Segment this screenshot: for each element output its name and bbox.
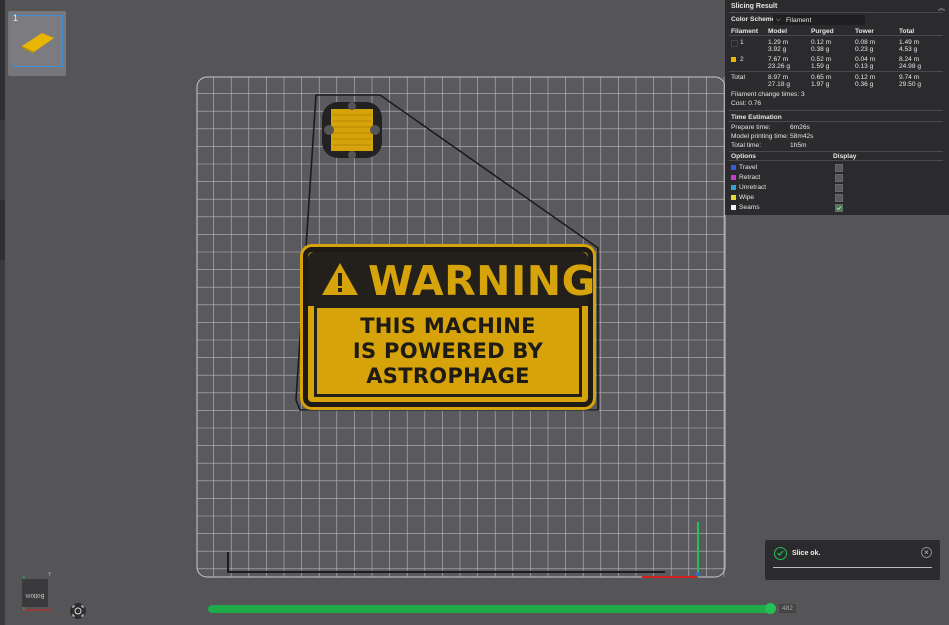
divider xyxy=(729,71,943,72)
col-header-filament: Filament xyxy=(731,28,759,35)
prepare-time-label: Prepare time: xyxy=(731,124,771,131)
color-scheme-label: Color Scheme xyxy=(731,16,776,23)
success-check-icon xyxy=(774,547,787,560)
sign-line-2: IS POWERED BY xyxy=(352,339,544,363)
total-total-weight: 29.50 g xyxy=(899,81,921,88)
filament-1-swatch xyxy=(731,40,738,47)
close-icon[interactable]: × xyxy=(921,547,932,558)
total-label: Total xyxy=(731,74,745,81)
sign-model[interactable]: WARNING THIS MACHINE IS POWERED BY ASTRO… xyxy=(300,244,596,410)
filament-2-model-weight: 23.26 g xyxy=(768,63,790,70)
chevron-down-icon: ⌵ xyxy=(776,16,781,23)
total-model-weight: 27.18 g xyxy=(768,81,790,88)
warning-triangle-icon xyxy=(322,263,358,295)
option-unretract-label: Unretract xyxy=(739,184,767,191)
option-retract-checkbox[interactable] xyxy=(835,174,843,182)
unretract-swatch xyxy=(731,185,736,190)
option-seams-checkbox[interactable] xyxy=(835,204,843,212)
layer-slider-handle[interactable] xyxy=(765,603,776,614)
filament-2-tower-weight: 0.13 g xyxy=(855,63,874,70)
checkmark-icon xyxy=(836,206,842,211)
col-header-tower: Tower xyxy=(855,28,874,35)
view-reset-button[interactable] xyxy=(70,603,86,619)
option-travel-label: Travel xyxy=(739,164,758,171)
travel-swatch xyxy=(731,165,736,170)
sign-header-text: WARNING xyxy=(368,257,596,305)
filament-change-times: Filament change times: 3 xyxy=(731,91,805,98)
option-wipe-checkbox[interactable] xyxy=(835,194,843,202)
seams-swatch xyxy=(731,205,736,210)
filament-1-model-weight: 3.92 g xyxy=(768,46,787,53)
divider xyxy=(729,151,943,152)
total-total-length: 9.74 m xyxy=(899,74,920,81)
cost: Cost: 0.76 xyxy=(731,100,762,107)
option-seams-label: Seams xyxy=(739,204,760,211)
filament-1-model-length: 1.29 m xyxy=(768,39,789,46)
divider xyxy=(729,121,943,122)
slicing-result-panel: Slicing Result ︽ Color Scheme ⌵ Filament… xyxy=(725,0,949,215)
display-label: Display xyxy=(833,153,857,160)
color-scheme-value: Filament xyxy=(786,17,812,24)
divider xyxy=(729,35,943,36)
slice-notification: Slice ok. × xyxy=(765,540,940,580)
time-estimation-title: Time Estimation xyxy=(731,114,782,121)
col-header-model: Model xyxy=(768,28,788,35)
view-cube[interactable]: Y Bottom xyxy=(20,572,54,614)
y-axis-label: Y xyxy=(48,572,52,578)
total-time-value: 1h5m xyxy=(790,142,807,149)
slice-message: Slice ok. xyxy=(792,550,821,557)
option-wipe-label: Wipe xyxy=(739,194,755,201)
filament-1-total-length: 1.49 m xyxy=(899,39,920,46)
wipe-swatch xyxy=(731,195,736,200)
sign-line-3: ASTROPHAGE xyxy=(366,364,530,388)
option-travel-checkbox[interactable] xyxy=(835,164,843,172)
divider xyxy=(729,160,943,161)
filament-1-purged-weight: 0.38 g xyxy=(811,46,830,53)
prime-tower xyxy=(322,102,382,159)
total-model-length: 8.97 m xyxy=(768,74,789,81)
filament-2-purged-length: 0.52 m xyxy=(811,56,832,63)
panel-title: Slicing Result xyxy=(731,3,778,10)
filament-2-purged-weight: 1.59 g xyxy=(811,63,830,70)
prepare-time-value: 6m26s xyxy=(790,124,810,131)
filament-1-tower-weight: 0.23 g xyxy=(855,46,874,53)
option-retract-label: Retract xyxy=(739,174,761,181)
divider xyxy=(729,12,943,13)
option-unretract-checkbox[interactable] xyxy=(835,184,843,192)
filament-1-tower-length: 0.08 m xyxy=(855,39,876,46)
divider xyxy=(729,110,943,111)
total-time-label: Total time: xyxy=(731,142,762,149)
total-purged-length: 0.65 m xyxy=(811,74,832,81)
model-time-label: Model printing time: xyxy=(731,133,789,140)
filament-2-total-weight: 24.98 g xyxy=(899,63,921,70)
layer-slider-value: 482 xyxy=(779,604,796,613)
filament-1-total-weight: 4.53 g xyxy=(899,46,918,53)
col-header-total: Total xyxy=(899,28,915,35)
filament-2-tower-length: 0.04 m xyxy=(855,56,876,63)
model-time-value: 58m42s xyxy=(790,133,814,140)
filament-1-id: 1 xyxy=(740,39,744,46)
total-purged-weight: 1.97 g xyxy=(811,81,830,88)
retract-swatch xyxy=(731,175,736,180)
view-cube-label: Bottom xyxy=(25,592,44,598)
filament-2-id: 2 xyxy=(740,56,744,63)
col-header-purged: Purged xyxy=(811,28,834,35)
filament-2-swatch xyxy=(731,57,736,62)
total-tower-weight: 0.36 g xyxy=(855,81,874,88)
filament-2-total-length: 8.24 m xyxy=(899,56,920,63)
view-target-icon xyxy=(72,605,84,617)
filament-2-model-length: 7.67 m xyxy=(768,56,789,63)
notification-progress-bar xyxy=(773,567,932,568)
color-scheme-select[interactable]: ⌵ Filament xyxy=(773,15,865,25)
total-tower-length: 0.12 m xyxy=(855,74,876,81)
layer-slider-track[interactable] xyxy=(208,605,770,613)
options-label: Options xyxy=(731,153,756,160)
filament-1-purged-length: 0.12 m xyxy=(811,39,832,46)
sign-line-1: THIS MACHINE xyxy=(360,314,536,338)
